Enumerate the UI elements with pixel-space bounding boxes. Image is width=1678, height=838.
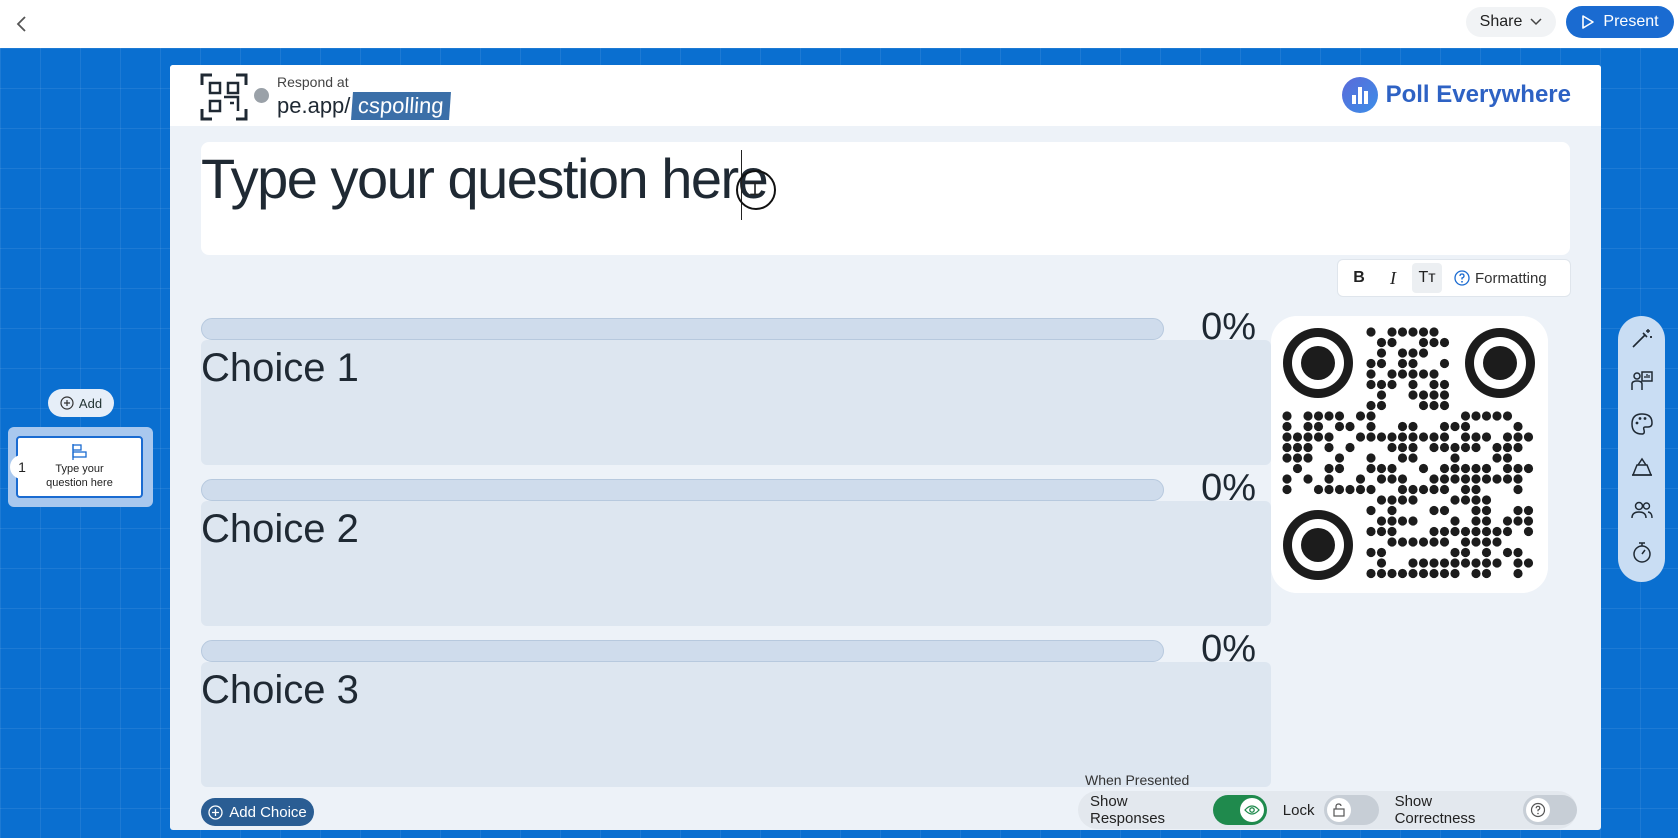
choice-percent: 0% [1201,467,1256,509]
show-correctness-toggle[interactable] [1522,795,1577,825]
tool-rail [1618,316,1665,582]
choice-label-input[interactable]: Choice 2 [201,507,359,552]
chevron-down-icon [1530,18,1542,26]
lock-label: Lock [1282,801,1315,819]
presenter-icon[interactable] [1626,365,1658,397]
text-size-button[interactable]: Tт [1412,263,1442,293]
italic-button[interactable]: I [1378,263,1408,293]
respond-at-label: Respond at [277,74,349,90]
respond-code: cspolling [351,92,451,120]
show-responses-label: Show Responses [1090,793,1166,827]
slide-number: 1 [10,455,34,479]
text-caret [741,150,742,220]
choice-result-bar [201,318,1164,340]
unlock-icon [1327,798,1352,822]
choice-result-bar [201,640,1164,662]
brand-name: Poll Everywhere [1385,81,1571,108]
add-choice-button[interactable]: Add Choice [201,798,314,826]
show-correctness-label: Show Correctness [1394,793,1476,827]
slide-thumbnail[interactable]: Type your question here [16,436,143,498]
poll-everywhere-logo-icon [1341,77,1378,113]
choice-background [201,662,1271,787]
magic-wand-icon[interactable] [1626,322,1658,354]
present-label: Present [1603,13,1659,30]
plus-circle-icon [60,396,74,410]
presentation-options: Show Responses Lock Show Correctness [1078,791,1577,829]
brand: Poll Everywhere [1341,77,1571,113]
chevron-left-icon [16,16,26,32]
add-slide-button[interactable]: Add [48,389,114,417]
add-choice-label: Add Choice [229,803,307,821]
eye-icon [1239,798,1264,822]
formatting-help-button[interactable]: Formatting [1454,270,1547,287]
choice-percent: 0% [1201,628,1256,670]
question-input[interactable]: Type your question here [201,142,1570,255]
respond-url-prefix: pe.app/ [277,93,351,118]
respond-url: pe.app/ cspolling [277,92,451,120]
formatting-help-label: Formatting [1475,269,1547,287]
choice-item: 0% Choice 1 [201,306,1271,465]
when-presented-heading: When Presented [1085,772,1190,788]
qr-code-icon [200,73,248,121]
add-slide-label: Add [78,395,103,411]
lock-toggle[interactable] [1324,795,1379,825]
choice-background [201,340,1271,465]
choice-percent: 0% [1201,306,1256,348]
palette-icon[interactable] [1626,408,1658,440]
status-indicator [254,88,269,103]
question-text: Type your question here [201,147,769,210]
response-qr-code [1271,316,1548,593]
formatting-toolbar: B I Tт Formatting [1337,259,1571,297]
choice-item: 0% Choice 3 [201,628,1271,787]
question-circle-icon [1525,798,1550,822]
choice-label-input[interactable]: Choice 3 [201,668,359,713]
slide-editor: Respond at pe.app/ cspolling Poll Everyw… [170,65,1601,830]
choice-item: 0% Choice 2 [201,467,1271,626]
present-button[interactable]: Present [1566,6,1674,38]
slide-header: Respond at pe.app/ cspolling Poll Everyw… [170,65,1601,126]
show-responses-toggle[interactable] [1212,795,1267,825]
play-icon [1582,15,1595,29]
multiple-choice-icon [71,444,87,460]
slide-thumbnail-title: Type your question here [46,463,113,489]
audience-icon[interactable] [1626,451,1658,483]
timer-icon[interactable] [1626,537,1658,569]
participants-icon[interactable] [1626,494,1658,526]
choice-result-bar [201,479,1164,501]
bold-button[interactable]: B [1344,263,1374,293]
top-bar: Share Present [0,0,1678,48]
back-button[interactable] [10,12,34,36]
question-circle-icon [1454,270,1470,286]
choice-label-input[interactable]: Choice 1 [201,346,359,391]
share-button[interactable]: Share [1466,7,1556,37]
plus-circle-icon [208,804,223,820]
choice-background [201,501,1271,626]
share-label: Share [1479,13,1523,30]
